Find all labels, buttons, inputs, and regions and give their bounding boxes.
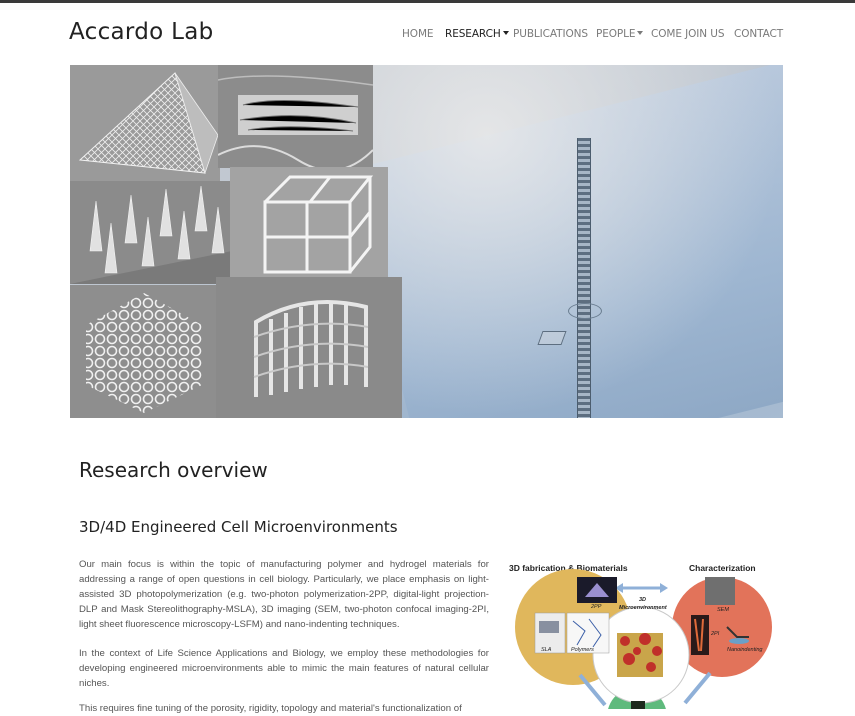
- micro-pillar: [577, 138, 591, 418]
- sem-ring-lattice-image: [70, 285, 218, 418]
- paragraph-main-focus: Our main focus is within the topic of ma…: [79, 559, 489, 630]
- nav-home-label: HOME: [402, 28, 434, 40]
- diagram-graphic: [515, 569, 772, 709]
- diagram-center-label-3d: 3D: [639, 597, 647, 603]
- section-title: 3D/4D Engineered Cell Microenvironments: [79, 518, 398, 536]
- diagram-tag-2pi: 2PI: [711, 631, 720, 637]
- site-brand[interactable]: Accardo Lab: [69, 19, 214, 45]
- nav-come-join-us[interactable]: COME JOIN US: [651, 28, 725, 40]
- research-diagram: 3D fabrication & Biomaterials Characteri…: [505, 555, 775, 709]
- nav-come-join-us-label: COME JOIN US: [651, 28, 725, 40]
- nav-publications[interactable]: PUBLICATIONS: [513, 28, 588, 40]
- sem-pyramid-image: [70, 65, 220, 183]
- nav-research-label: RESEARCH: [445, 28, 501, 40]
- nav-people-label: PEOPLE: [596, 28, 636, 40]
- diagram-tag-polymers: Polymers: [571, 647, 594, 653]
- diagram-tag-sem: SEM: [717, 607, 729, 613]
- hero-image: [70, 65, 783, 418]
- page-title: Research overview: [79, 458, 268, 482]
- sem-spikes-image: [70, 181, 232, 284]
- paragraph-context: In the context of Life Science Applicati…: [79, 648, 489, 689]
- nav-research[interactable]: RESEARCH: [445, 28, 509, 40]
- diagram-tag-sla: SLA: [541, 647, 552, 653]
- chevron-down-icon: [637, 31, 644, 35]
- diagram-tag-nanoindenting: Nanoindenting: [727, 647, 763, 653]
- sem-fibrous-image: [218, 65, 373, 168]
- sem-lattice-image: [230, 167, 388, 285]
- sem-woodpile-image: [216, 277, 402, 418]
- diagram-center-label: Microenvironment: [619, 605, 667, 611]
- diagram-tag-2pp: 2PP: [591, 604, 602, 610]
- nav-home[interactable]: HOME: [402, 28, 434, 40]
- chevron-down-icon: [502, 31, 509, 35]
- nav-people[interactable]: PEOPLE: [596, 28, 644, 40]
- top-border: [0, 0, 855, 3]
- nav-contact-label: CONTACT: [734, 28, 784, 40]
- nav-contact[interactable]: CONTACT: [734, 28, 783, 40]
- nav-publications-label: PUBLICATIONS: [513, 28, 588, 40]
